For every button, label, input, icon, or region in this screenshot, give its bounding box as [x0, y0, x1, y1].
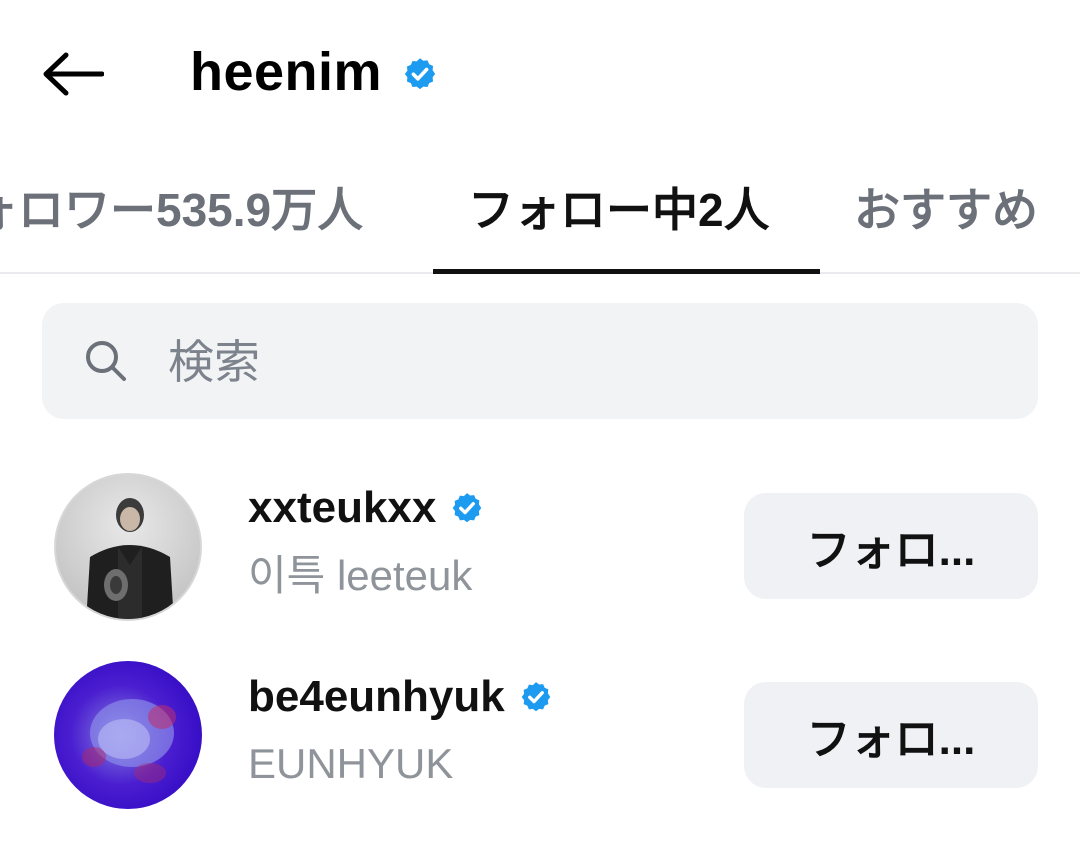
verified-badge-icon	[450, 491, 484, 525]
follow-tabs: ォロワー535.9万人 フォロー中2人 おすすめ	[0, 150, 1080, 274]
avatar[interactable]	[54, 661, 202, 809]
search-icon	[86, 341, 126, 381]
back-button[interactable]	[40, 44, 106, 104]
tab-followers[interactable]: ォロワー535.9万人	[0, 180, 363, 240]
tab-following[interactable]: フォロー中2人	[468, 180, 770, 240]
avatar-photo	[86, 498, 174, 619]
arrow-left-icon	[43, 52, 104, 96]
profile-title: heenim	[190, 36, 438, 108]
username-row[interactable]: xxteukxx	[248, 480, 484, 536]
avatar[interactable]	[54, 473, 202, 621]
username: be4eunhyuk	[248, 672, 505, 721]
username: xxteukxx	[248, 483, 437, 532]
avatar-photo	[82, 699, 176, 783]
following-button[interactable]: フォロ...	[744, 493, 1038, 599]
page-title: heenim	[190, 42, 383, 102]
top-bar: heenim	[0, 0, 1080, 145]
verified-badge-icon	[519, 680, 553, 714]
username-row[interactable]: be4eunhyuk	[248, 669, 553, 725]
verified-badge-icon	[402, 56, 438, 92]
search-input[interactable]	[168, 326, 988, 398]
active-tab-indicator	[433, 269, 820, 274]
following-button[interactable]: フォロ...	[744, 682, 1038, 788]
display-name: EUNHYUK	[248, 740, 454, 787]
display-name: 이특 leeteuk	[248, 552, 473, 599]
tab-suggested[interactable]: おすすめ	[854, 180, 1038, 240]
